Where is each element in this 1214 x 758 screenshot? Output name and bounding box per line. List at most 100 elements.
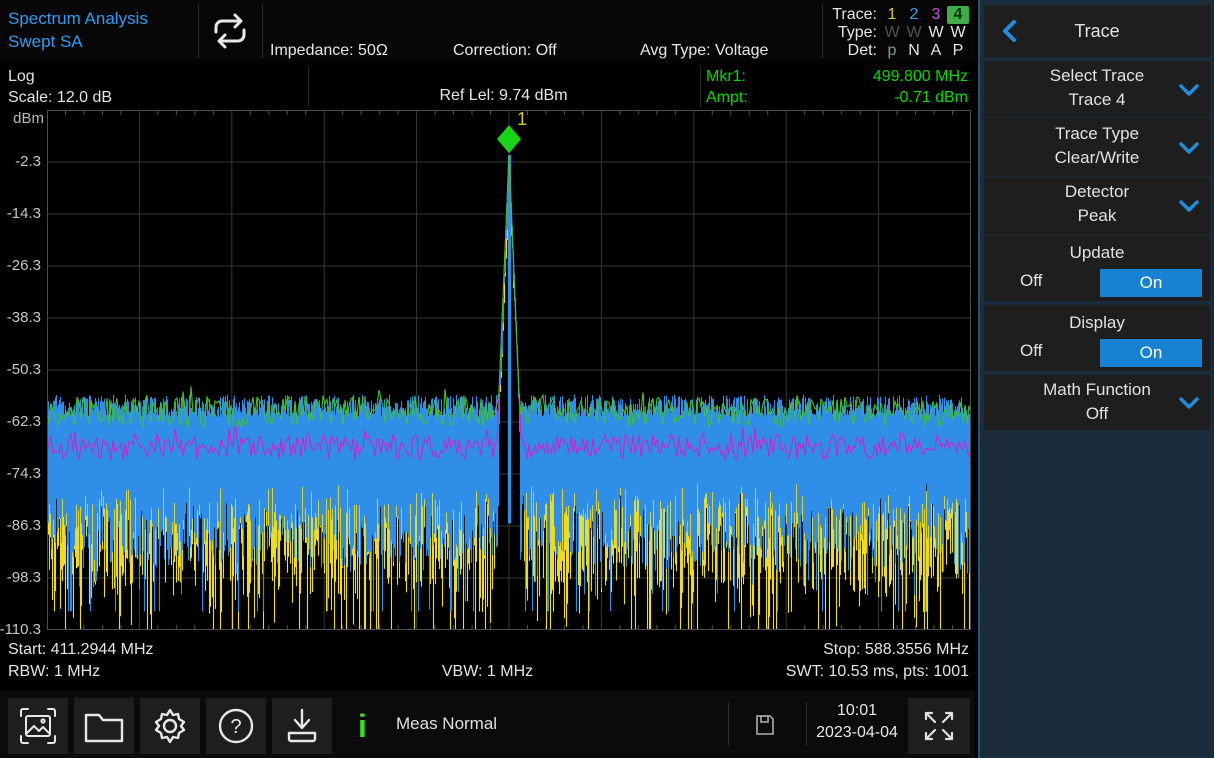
- app-title-line2: Swept SA: [8, 30, 148, 53]
- top-status-bar: Spectrum Analysis Swept SA Impedance: 50…: [0, 0, 975, 62]
- trace-3-detector: A: [925, 42, 947, 60]
- marker-1-diamond[interactable]: [497, 125, 521, 153]
- math-function-button[interactable]: Math Function Off: [984, 375, 1210, 430]
- marker-ampt-label: Ampt:: [706, 87, 748, 108]
- trace-2-indicator[interactable]: 2: [903, 6, 925, 24]
- update-toggle-group: Update Off On: [984, 235, 1210, 301]
- log-label: Log: [8, 66, 112, 87]
- trace-2-detector: N: [903, 42, 925, 60]
- separator: [700, 65, 701, 107]
- trace-status-table: Trace: 1 2 3 4 Type: W W W W Det: p N A …: [821, 6, 969, 60]
- trace-4-indicator-selected[interactable]: 4: [947, 6, 969, 24]
- trace-detector-row: Det: p N A P: [821, 42, 969, 60]
- trace-type-value: Clear/Write: [984, 146, 1210, 170]
- trace-type-row: Type: W W W W: [821, 24, 969, 42]
- trace-2-type: W: [903, 24, 925, 42]
- y-axis-tick-labels: -2.3 -14.3 -26.3 -38.3 -50.3 -62.3 -74.3 -86.3 -…: [0, 110, 43, 638]
- marker-amplitude: -0.71 dBm: [894, 87, 968, 108]
- amplitude-scale-label: Log Scale: 12.0 dB: [8, 66, 112, 108]
- display-label: Display: [984, 305, 1210, 335]
- trace-1-indicator[interactable]: 1: [881, 6, 903, 24]
- update-on-option[interactable]: On: [1100, 269, 1202, 297]
- continuous-sweep-icon: [205, 8, 255, 54]
- y-tick-label: -74.3: [7, 465, 41, 482]
- continuous-sweep-button[interactable]: [200, 0, 260, 62]
- spectrum-analyzer-screen: Spectrum Analysis Swept SA Impedance: 50…: [0, 0, 1214, 758]
- app-title-line1: Spectrum Analysis: [8, 7, 148, 30]
- fullscreen-button[interactable]: [908, 698, 970, 754]
- marker-readout: Mkr1: 499.800 MHz Ampt: -0.71 dBm: [706, 66, 968, 108]
- gear-icon: [148, 704, 192, 748]
- avg-type-status: Avg Type: Voltage: [640, 42, 768, 60]
- marker-name: Mkr1:: [706, 66, 746, 87]
- trace-number-row: Trace: 1 2 3 4: [821, 6, 969, 24]
- display-off-option[interactable]: Off: [1020, 341, 1042, 361]
- info-icon: i: [358, 704, 367, 748]
- screenshot-icon: [17, 705, 59, 747]
- y-tick-label: -62.3: [7, 413, 41, 430]
- marker-frequency: 499.800 MHz: [873, 66, 968, 87]
- trace-1-type: W: [881, 24, 903, 42]
- math-function-label: Math Function: [984, 378, 1210, 402]
- trace-1-detector: p: [881, 42, 903, 60]
- display-toggle: Off On: [984, 339, 1210, 367]
- screenshot-button[interactable]: [8, 698, 68, 754]
- help-button[interactable]: ?: [206, 698, 266, 754]
- select-trace-label: Select Trace: [984, 64, 1210, 88]
- ref-level-label: Ref Lel: 9.74 dBm: [310, 87, 697, 105]
- back-icon: [1000, 19, 1018, 43]
- math-function-value: Off: [984, 402, 1210, 426]
- settings-button[interactable]: [140, 698, 200, 754]
- svg-text:?: ?: [230, 716, 241, 738]
- select-trace-value: Trace 4: [984, 88, 1210, 112]
- date-display: 2023-04-04: [808, 722, 906, 744]
- update-off-option[interactable]: Off: [1020, 271, 1042, 291]
- y-tick-label: -86.3: [7, 517, 41, 534]
- help-icon: ?: [214, 704, 258, 748]
- update-label: Update: [984, 235, 1210, 265]
- folder-icon: [82, 706, 126, 746]
- bandwidth-annotation-row: RBW: 1 MHz VBW: 1 MHz SWT: 10.53 ms, pts…: [0, 663, 975, 684]
- trace-3-indicator[interactable]: 3: [925, 6, 947, 24]
- save-state-indicator: [752, 712, 778, 738]
- frequency-annotation-row: Start: 411.2944 MHz Stop: 588.3556 MHz: [0, 641, 975, 662]
- y-tick-label: -110.3: [0, 621, 41, 638]
- trace-row-label: Trace:: [821, 6, 877, 24]
- save-button[interactable]: [272, 698, 332, 754]
- trace-type-button[interactable]: Trace Type Clear/Write: [984, 119, 1210, 176]
- y-tick-label: -14.3: [7, 205, 41, 222]
- trace-4-detector: P: [947, 42, 969, 60]
- measurement-status: Meas Normal: [396, 690, 497, 758]
- file-manager-button[interactable]: [74, 698, 134, 754]
- trace-type-label: Trace Type: [984, 122, 1210, 146]
- chevron-down-icon: [1178, 140, 1200, 156]
- correction-status: Correction: Off: [453, 42, 557, 60]
- stop-frequency: Stop: 588.3556 MHz: [823, 641, 969, 659]
- display-header: Log Scale: 12.0 dB Ref Lel: 9.74 dBm Mkr…: [0, 62, 975, 110]
- detector-label: Detector: [984, 180, 1210, 204]
- separator: [198, 4, 199, 58]
- spectrum-plot-svg: 1: [47, 110, 971, 630]
- panel-title: Trace: [1074, 21, 1119, 41]
- chevron-down-icon: [1178, 395, 1200, 411]
- select-trace-button[interactable]: Select Trace Trace 4: [984, 61, 1210, 118]
- chevron-down-icon: [1178, 82, 1200, 98]
- detector-value: Peak: [984, 204, 1210, 228]
- separator: [262, 4, 263, 58]
- time-display: 10:01: [808, 700, 906, 722]
- fullscreen-arrows-icon: [919, 706, 959, 746]
- y-tick-label: -38.3: [7, 309, 41, 326]
- display-on-option[interactable]: On: [1100, 339, 1202, 367]
- trace-3-type: W: [925, 24, 947, 42]
- detector-button[interactable]: Detector Peak: [984, 177, 1210, 234]
- y-tick-label: -26.3: [7, 257, 41, 274]
- spectrum-plot[interactable]: 1: [47, 110, 971, 630]
- scale-label: Scale: 12.0 dB: [8, 87, 112, 108]
- swt-annotation: SWT: 10.53 ms, pts: 1001: [786, 663, 969, 681]
- y-tick-label: -50.3: [7, 361, 41, 378]
- panel-header-back[interactable]: Trace: [984, 5, 1210, 57]
- marker-1-label: 1: [517, 110, 527, 129]
- separator: [806, 702, 807, 746]
- y-tick-label: -2.3: [15, 153, 41, 170]
- det-row-label: Det:: [821, 42, 877, 60]
